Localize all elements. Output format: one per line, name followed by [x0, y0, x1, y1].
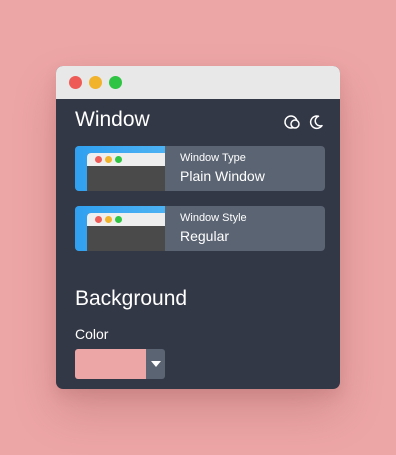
preview-minimize-dot [105, 216, 112, 223]
preview-title-bar [87, 213, 165, 226]
preview-title-bar [87, 153, 165, 166]
window-type-selector[interactable]: Window Type Plain Window [75, 146, 325, 191]
title-bar [56, 66, 340, 99]
preview-window [87, 153, 165, 191]
color-dropdown-button[interactable] [146, 349, 165, 379]
background-section-title: Background [75, 287, 188, 310]
preview-window [87, 213, 165, 251]
window-style-selector[interactable]: Window Style Regular [75, 206, 325, 251]
auto-theme-icon[interactable] [284, 114, 300, 130]
minimize-button[interactable] [89, 76, 102, 89]
moon-icon[interactable] [308, 114, 324, 130]
maximize-button[interactable] [109, 76, 122, 89]
window-type-value: Plain Window [180, 168, 265, 184]
preview-maximize-dot [115, 156, 122, 163]
preview-maximize-dot [115, 216, 122, 223]
chevron-down-icon [151, 361, 161, 367]
color-field-label: Color [75, 326, 109, 342]
preview-minimize-dot [105, 156, 112, 163]
preview-close-dot [95, 156, 102, 163]
window-style-label: Window Style [180, 212, 247, 224]
window-section-title: Window [75, 108, 150, 131]
close-button[interactable] [69, 76, 82, 89]
window-type-label: Window Type [180, 152, 246, 164]
preview-close-dot [95, 216, 102, 223]
window-style-value: Regular [180, 228, 230, 244]
background-color-picker[interactable] [75, 349, 165, 379]
app-window: Window Window Type Plain Window Window S… [56, 66, 340, 389]
plain-window-preview [75, 146, 165, 191]
color-swatch[interactable] [75, 349, 146, 379]
regular-window-preview [75, 206, 165, 251]
